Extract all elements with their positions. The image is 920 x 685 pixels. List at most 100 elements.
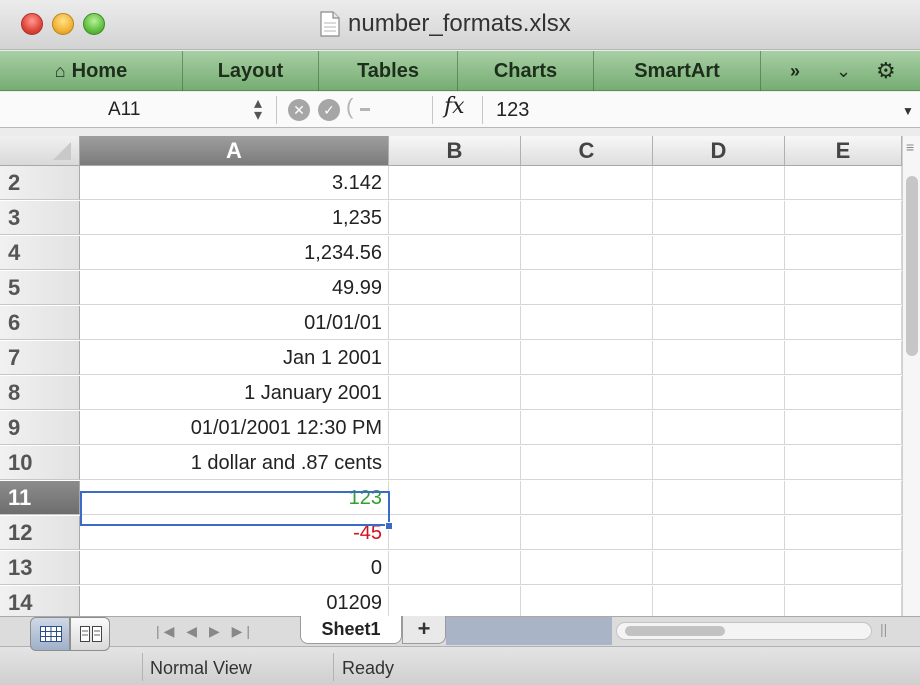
cell-a3[interactable]: 1,235 — [80, 201, 389, 235]
zoom-window-button[interactable] — [83, 13, 105, 35]
row-header-6[interactable]: 6 — [0, 306, 80, 340]
column-header-b[interactable]: B — [389, 136, 521, 166]
row-header-11[interactable]: 11 — [0, 481, 80, 515]
cell-a2[interactable]: 3.142 — [80, 166, 389, 200]
cell-c13[interactable] — [521, 551, 653, 585]
horizontal-scroll-thumb[interactable] — [625, 626, 725, 636]
cell-a7[interactable]: Jan 1 2001 — [80, 341, 389, 375]
tab-charts[interactable]: Charts — [458, 51, 594, 91]
cell-b9[interactable] — [389, 411, 521, 445]
cell-e9[interactable] — [785, 411, 902, 445]
cell-e5[interactable] — [785, 271, 902, 305]
cell-a14[interactable]: 01209 — [80, 586, 389, 616]
cell-c7[interactable] — [521, 341, 653, 375]
sheet-tab-sheet1[interactable]: Sheet1 — [300, 616, 402, 644]
cell-b6[interactable] — [389, 306, 521, 340]
tab-layout[interactable]: Layout — [183, 51, 319, 91]
cell-c8[interactable] — [521, 376, 653, 410]
cell-e3[interactable] — [785, 201, 902, 235]
cell-b12[interactable] — [389, 516, 521, 550]
row-header-14[interactable]: 14 — [0, 586, 80, 616]
cell-e13[interactable] — [785, 551, 902, 585]
tab-home[interactable]: ⌂ Home — [0, 51, 183, 91]
cell-a9[interactable]: 01/01/2001 12:30 PM — [80, 411, 389, 445]
sheet-nav-arrows-icon[interactable]: |◀ ◀ ▶ ▶| — [156, 619, 254, 643]
cancel-icon[interactable]: ✕ — [288, 99, 310, 121]
formula-expand-icon[interactable]: ▼ — [902, 92, 914, 128]
cell-b8[interactable] — [389, 376, 521, 410]
select-all-corner[interactable] — [0, 136, 80, 166]
cell-b3[interactable] — [389, 201, 521, 235]
cell-d14[interactable] — [653, 586, 785, 616]
cell-d7[interactable] — [653, 341, 785, 375]
cell-c11[interactable] — [521, 481, 653, 515]
row-header-2[interactable]: 2 — [0, 166, 80, 200]
row-header-7[interactable]: 7 — [0, 341, 80, 375]
cell-c12[interactable] — [521, 516, 653, 550]
gear-icon[interactable]: ⚙ — [876, 51, 896, 91]
tab-smartart[interactable]: SmartArt — [594, 51, 761, 91]
row-header-12[interactable]: 12 — [0, 516, 80, 550]
cell-d3[interactable] — [653, 201, 785, 235]
cell-a12[interactable]: -45 — [80, 516, 389, 550]
check-icon[interactable]: ✓ — [318, 99, 340, 121]
cell-c9[interactable] — [521, 411, 653, 445]
cell-d2[interactable] — [653, 166, 785, 200]
cell-d9[interactable] — [653, 411, 785, 445]
cell-e12[interactable] — [785, 516, 902, 550]
cell-e8[interactable] — [785, 376, 902, 410]
row-header-4[interactable]: 4 — [0, 236, 80, 270]
tab-tables[interactable]: Tables — [319, 51, 458, 91]
row-header-8[interactable]: 8 — [0, 376, 80, 410]
row-header-13[interactable]: 13 — [0, 551, 80, 585]
cell-b4[interactable] — [389, 236, 521, 270]
cell-b11[interactable] — [389, 481, 521, 515]
cell-c14[interactable] — [521, 586, 653, 616]
cell-a11[interactable]: 123 — [80, 481, 389, 515]
cell-b13[interactable] — [389, 551, 521, 585]
name-box[interactable]: A11 — [0, 92, 242, 128]
cell-d5[interactable] — [653, 271, 785, 305]
cell-e14[interactable] — [785, 586, 902, 616]
cell-a8[interactable]: 1 January 2001 — [80, 376, 389, 410]
cell-a5[interactable]: 49.99 — [80, 271, 389, 305]
cell-c4[interactable] — [521, 236, 653, 270]
split-grip-icon[interactable]: || — [880, 621, 887, 637]
formula-input[interactable]: 123 — [496, 92, 529, 128]
cell-a4[interactable]: 1,234.56 — [80, 236, 389, 270]
cell-d12[interactable] — [653, 516, 785, 550]
cell-c3[interactable] — [521, 201, 653, 235]
close-window-button[interactable] — [21, 13, 43, 35]
cell-d11[interactable] — [653, 481, 785, 515]
cell-a6[interactable]: 01/01/01 — [80, 306, 389, 340]
cell-d6[interactable] — [653, 306, 785, 340]
horizontal-scrollbar[interactable] — [616, 622, 872, 640]
cell-c2[interactable] — [521, 166, 653, 200]
row-header-10[interactable]: 10 — [0, 446, 80, 480]
cell-c6[interactable] — [521, 306, 653, 340]
cell-b10[interactable] — [389, 446, 521, 480]
cell-e6[interactable] — [785, 306, 902, 340]
chevron-down-icon[interactable]: ⌄ — [836, 51, 851, 91]
fill-handle[interactable] — [385, 522, 393, 530]
cell-e4[interactable] — [785, 236, 902, 270]
cell-b2[interactable] — [389, 166, 521, 200]
cell-d8[interactable] — [653, 376, 785, 410]
cell-e7[interactable] — [785, 341, 902, 375]
cell-c5[interactable] — [521, 271, 653, 305]
cell-b5[interactable] — [389, 271, 521, 305]
minimize-window-button[interactable] — [52, 13, 74, 35]
cell-a13[interactable]: 0 — [80, 551, 389, 585]
cell-d10[interactable] — [653, 446, 785, 480]
cell-d13[interactable] — [653, 551, 785, 585]
cell-e2[interactable] — [785, 166, 902, 200]
cell-b7[interactable] — [389, 341, 521, 375]
row-header-5[interactable]: 5 — [0, 271, 80, 305]
cell-e11[interactable] — [785, 481, 902, 515]
name-box-stepper-icon[interactable]: ▴ ▾ — [252, 96, 264, 124]
cell-c10[interactable] — [521, 446, 653, 480]
cell-b14[interactable] — [389, 586, 521, 616]
row-header-3[interactable]: 3 — [0, 201, 80, 235]
cell-a10[interactable]: 1 dollar and .87 cents — [80, 446, 389, 480]
vertical-scroll-thumb[interactable] — [906, 176, 918, 356]
